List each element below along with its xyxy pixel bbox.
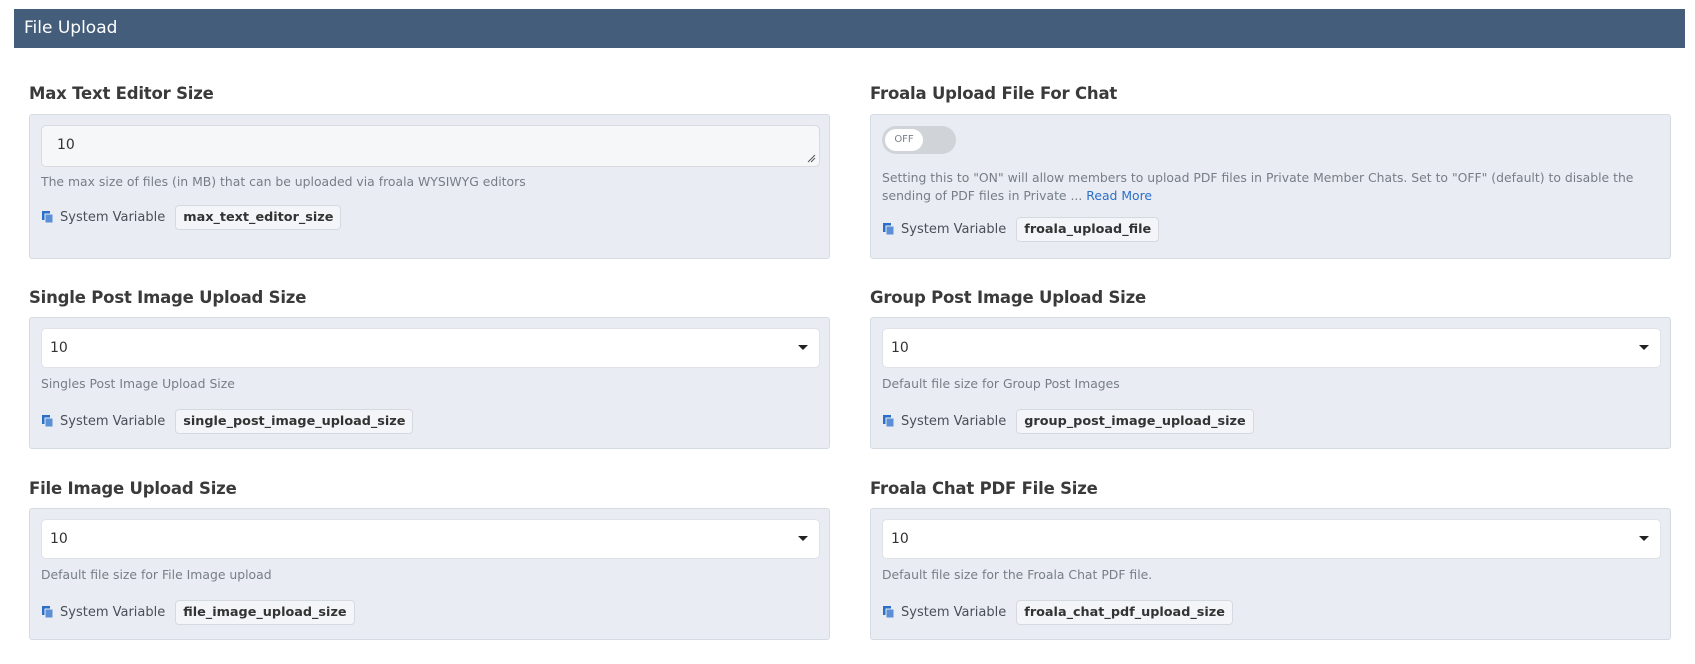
file-image-select[interactable]: 10 [41,519,820,559]
group-post-image-select[interactable]: 10 [882,328,1661,368]
system-variable-code[interactable]: single_post_image_upload_size [175,408,414,434]
system-variable: System Variable single_post_image_upload… [41,408,414,434]
system-variable-label: System Variable [901,221,1007,237]
system-variable: System Variable file_image_upload_size [41,599,355,625]
chevron-down-icon [1639,536,1649,541]
system-variable-label: System Variable [901,604,1007,620]
section-title: Froala Upload File For Chat [870,84,1118,103]
section-froala-upload-chat: Froala Upload File For Chat OFF Setting … [870,84,1671,259]
system-variable-code[interactable]: max_text_editor_size [175,204,342,230]
froala-upload-toggle[interactable]: OFF [882,126,956,154]
single-post-image-select[interactable]: 10 [41,328,820,368]
toggle-knob: OFF [885,129,923,151]
copy-icon[interactable] [882,414,896,428]
resize-grip-icon[interactable] [807,154,816,163]
system-variable: System Variable max_text_editor_size [41,204,342,230]
section-froala-chat-pdf: Froala Chat PDF File Size 10 Default fil… [870,479,1671,641]
section-single-post-image: Single Post Image Upload Size 10 Singles… [29,288,830,450]
help-text: The max size of files (in MB) that can b… [41,174,526,189]
settings-panel: 10 The max size of files (in MB) that ca… [29,114,830,259]
max-text-editor-input[interactable]: 10 [41,125,820,167]
system-variable: System Variable froala_chat_pdf_upload_s… [882,599,1233,625]
page-title: File Upload [24,18,118,38]
settings-panel: 10 Default file size for File Image uplo… [29,508,830,640]
copy-icon[interactable] [882,222,896,236]
read-more-link[interactable]: Read More [1086,188,1152,203]
settings-panel: 10 Singles Post Image Upload Size System… [29,317,830,449]
system-variable-code[interactable]: froala_chat_pdf_upload_size [1016,599,1233,625]
system-variable-code[interactable]: file_image_upload_size [175,599,355,625]
help-text-body: Setting this to "ON" will allow members … [882,170,1634,203]
section-title: Max Text Editor Size [29,84,214,103]
section-title: Froala Chat PDF File Size [870,479,1098,498]
section-file-image: File Image Upload Size 10 Default file s… [29,479,830,641]
copy-icon[interactable] [41,414,55,428]
chevron-down-icon [798,536,808,541]
chevron-down-icon [798,345,808,350]
copy-icon[interactable] [882,605,896,619]
settings-panel: 10 Default file size for Group Post Imag… [870,317,1671,449]
froala-chat-pdf-select[interactable]: 10 [882,519,1661,559]
help-text: Default file size for the Froala Chat PD… [882,567,1153,582]
section-title: Single Post Image Upload Size [29,288,307,307]
settings-panel: OFF Setting this to "ON" will allow memb… [870,114,1671,259]
help-text: Setting this to "ON" will allow members … [882,169,1661,205]
chevron-down-icon [1639,345,1649,350]
system-variable-label: System Variable [60,209,166,225]
system-variable: System Variable group_post_image_upload_… [882,408,1254,434]
copy-icon[interactable] [41,210,55,224]
section-title: Group Post Image Upload Size [870,288,1147,307]
help-text: Singles Post Image Upload Size [41,376,235,391]
page-header: File Upload [14,9,1685,48]
section-max-text-editor: Max Text Editor Size 10 The max size of … [29,84,830,259]
system-variable-code[interactable]: group_post_image_upload_size [1016,408,1254,434]
system-variable: System Variable froala_upload_file [882,216,1160,242]
section-group-post-image: Group Post Image Upload Size 10 Default … [870,288,1671,450]
help-text: Default file size for Group Post Images [882,376,1120,391]
system-variable-label: System Variable [60,604,166,620]
copy-icon[interactable] [41,605,55,619]
section-title: File Image Upload Size [29,479,237,498]
help-text: Default file size for File Image upload [41,567,272,582]
system-variable-label: System Variable [60,413,166,429]
system-variable-label: System Variable [901,413,1007,429]
settings-panel: 10 Default file size for the Froala Chat… [870,508,1671,640]
system-variable-code[interactable]: froala_upload_file [1016,216,1160,242]
